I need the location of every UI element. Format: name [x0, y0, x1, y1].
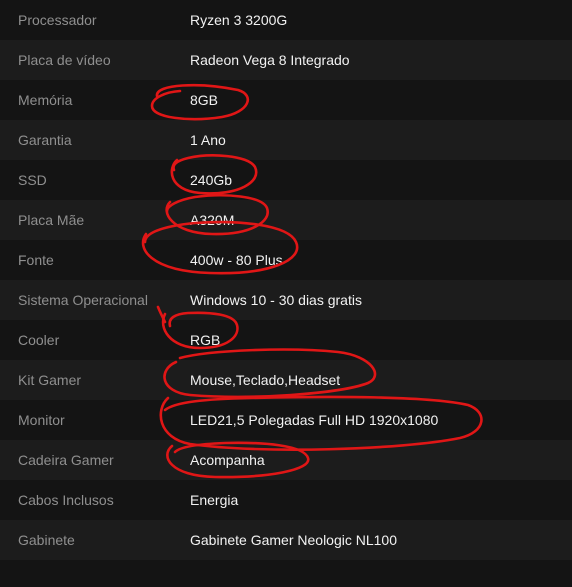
spec-label: Sistema Operacional: [18, 292, 148, 308]
spec-label: Gabinete: [18, 532, 75, 548]
spec-row-fonte: Fonte 400w - 80 Plus: [0, 240, 572, 280]
spec-label: Placa de vídeo: [18, 52, 111, 68]
spec-value: 8GB: [190, 92, 219, 108]
spec-row-gabinete: Gabinete Gabinete Gamer Neologic NL100: [0, 520, 572, 560]
spec-value: Acompanha: [190, 452, 265, 468]
spec-value: LED21,5 Polegadas Full HD 1920x1080: [190, 412, 439, 428]
spec-row-cadeira-gamer: Cadeira Gamer Acompanha: [0, 440, 572, 480]
spec-label: Monitor: [18, 412, 65, 428]
spec-value: Ryzen 3 3200G: [190, 12, 288, 28]
spec-row-sistema-operacional: Sistema Operacional Windows 10 - 30 dias…: [0, 280, 572, 320]
spec-row-cooler: Cooler RGB: [0, 320, 572, 360]
spec-row-memoria: Memória 8GB: [0, 80, 572, 120]
spec-row-ssd: SSD 240Gb: [0, 160, 572, 200]
spec-table: Processador Ryzen 3 3200G Placa de vídeo…: [0, 0, 572, 560]
spec-value: 400w - 80 Plus: [190, 252, 283, 268]
spec-value: Energia: [190, 492, 239, 508]
spec-row-placa-mae: Placa Mãe A320M: [0, 200, 572, 240]
spec-label: Cabos Inclusos: [18, 492, 114, 508]
spec-row-cabos-inclusos: Cabos Inclusos Energia: [0, 480, 572, 520]
spec-value: Mouse,Teclado,Headset: [190, 372, 341, 388]
spec-value: 1 Ano: [190, 132, 226, 148]
spec-value: Radeon Vega 8 Integrado: [190, 52, 350, 68]
spec-row-placa-de-video: Placa de vídeo Radeon Vega 8 Integrado: [0, 40, 572, 80]
spec-value: RGB: [190, 332, 221, 348]
spec-label: Memória: [18, 92, 73, 108]
spec-value: 240Gb: [190, 172, 233, 188]
spec-row-processador: Processador Ryzen 3 3200G: [0, 0, 572, 40]
spec-label: Processador: [18, 12, 97, 28]
spec-label: Fonte: [18, 252, 54, 268]
spec-label: Garantia: [18, 132, 72, 148]
spec-label: Cadeira Gamer: [18, 452, 114, 468]
spec-value: A320M: [190, 212, 235, 228]
spec-label: Kit Gamer: [18, 372, 82, 388]
spec-value: Gabinete Gamer Neologic NL100: [190, 532, 398, 548]
spec-value: Windows 10 - 30 dias gratis: [190, 292, 362, 308]
spec-label: SSD: [18, 172, 47, 188]
spec-row-monitor: Monitor LED21,5 Polegadas Full HD 1920x1…: [0, 400, 572, 440]
spec-row-kit-gamer: Kit Gamer Mouse,Teclado,Headset: [0, 360, 572, 400]
spec-row-garantia: Garantia 1 Ano: [0, 120, 572, 160]
spec-label: Cooler: [18, 332, 60, 348]
spec-label: Placa Mãe: [18, 212, 85, 228]
